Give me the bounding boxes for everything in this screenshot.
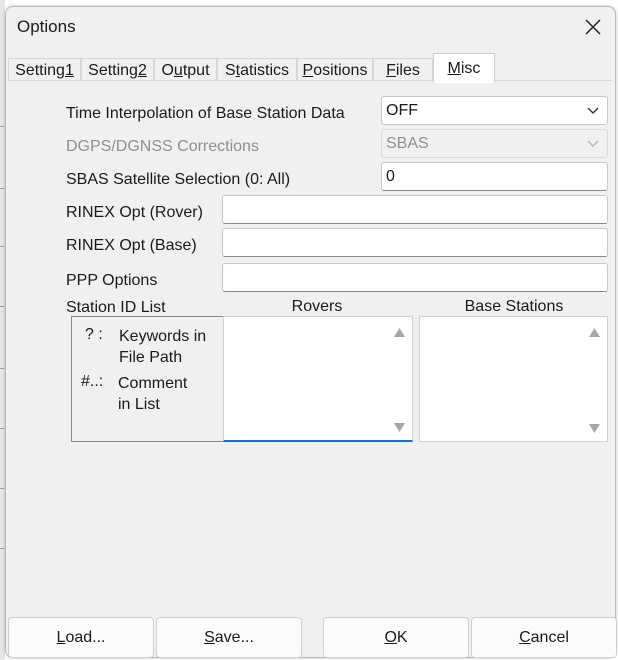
rinex-base-input[interactable] (222, 228, 608, 257)
chevron-down-icon (587, 107, 599, 114)
hint-keyword-line1: Keywords in (119, 328, 207, 345)
scroll-up-arrow-icon[interactable] (394, 328, 405, 337)
scroll-down-arrow-icon[interactable] (394, 423, 405, 432)
ppp-options-label: PPP Options (66, 272, 158, 289)
dgps-select: SBAS (381, 129, 608, 158)
ok-button[interactable]: OK (323, 617, 469, 658)
station-id-list-label: Station ID List (66, 299, 166, 316)
time-interp-label: Time Interpolation of Base Station Data (66, 105, 345, 122)
dgps-label: DGPS/DGNSS Corrections (66, 138, 259, 155)
close-icon (585, 19, 601, 35)
hint-comment-key: #..: (81, 373, 104, 390)
tab-output[interactable]: Ou tput (154, 58, 217, 82)
tab-files[interactable]: Files (373, 58, 433, 82)
options-dialog: Options Setting 1 Setting 2 Ou tput St atist… (5, 6, 617, 658)
rovers-header: Rovers (291, 298, 343, 315)
misc-panel: Time Interpolation of Base Station Data … (10, 80, 612, 616)
hint-comment-line2: in List (118, 396, 160, 413)
window-title: Options (17, 17, 76, 36)
hint-keyword-line2: File Path (119, 349, 183, 366)
hint-keyword-key: ? : (85, 326, 103, 343)
cancel-button[interactable]: Cancel (471, 617, 617, 658)
rinex-base-label: RINEX Opt (Base) (66, 237, 197, 254)
close-button[interactable] (571, 7, 615, 47)
tab-strip: Setting 1 Setting 2 Ou tput St atistics Posi… (6, 53, 615, 83)
rovers-list[interactable] (223, 316, 413, 442)
rinex-rover-input[interactable] (222, 195, 608, 224)
station-list-hint-box: ? : Keywords in File Path #..: Comment i… (71, 316, 225, 442)
sbas-selection-input[interactable]: 0 (381, 162, 608, 191)
scroll-down-arrow-icon[interactable] (589, 424, 600, 433)
ppp-options-input[interactable] (222, 263, 608, 292)
time-interp-select[interactable]: OFF (381, 96, 608, 125)
hint-comment-line1: Comment (118, 375, 188, 392)
base-stations-header: Base Stations (464, 298, 564, 315)
chevron-down-icon (587, 140, 599, 147)
sbas-selection-label: SBAS Satellite Selection (0: All) (66, 171, 291, 188)
save-button[interactable]: Save... (156, 617, 302, 658)
load-button[interactable]: Load... (8, 617, 154, 658)
scroll-up-arrow-icon[interactable] (589, 328, 600, 337)
tab-positions[interactable]: Positions (297, 58, 373, 82)
tab-setting2[interactable]: Setting 2 (81, 58, 154, 82)
tab-misc[interactable]: Misc (433, 53, 495, 83)
rinex-rover-label: RINEX Opt (Rover) (66, 204, 203, 221)
title-bar: Options (6, 7, 615, 47)
tab-statistics[interactable]: St atistics (217, 58, 297, 82)
tab-setting1[interactable]: Setting 1 (8, 58, 81, 82)
base-stations-list[interactable] (419, 316, 608, 442)
